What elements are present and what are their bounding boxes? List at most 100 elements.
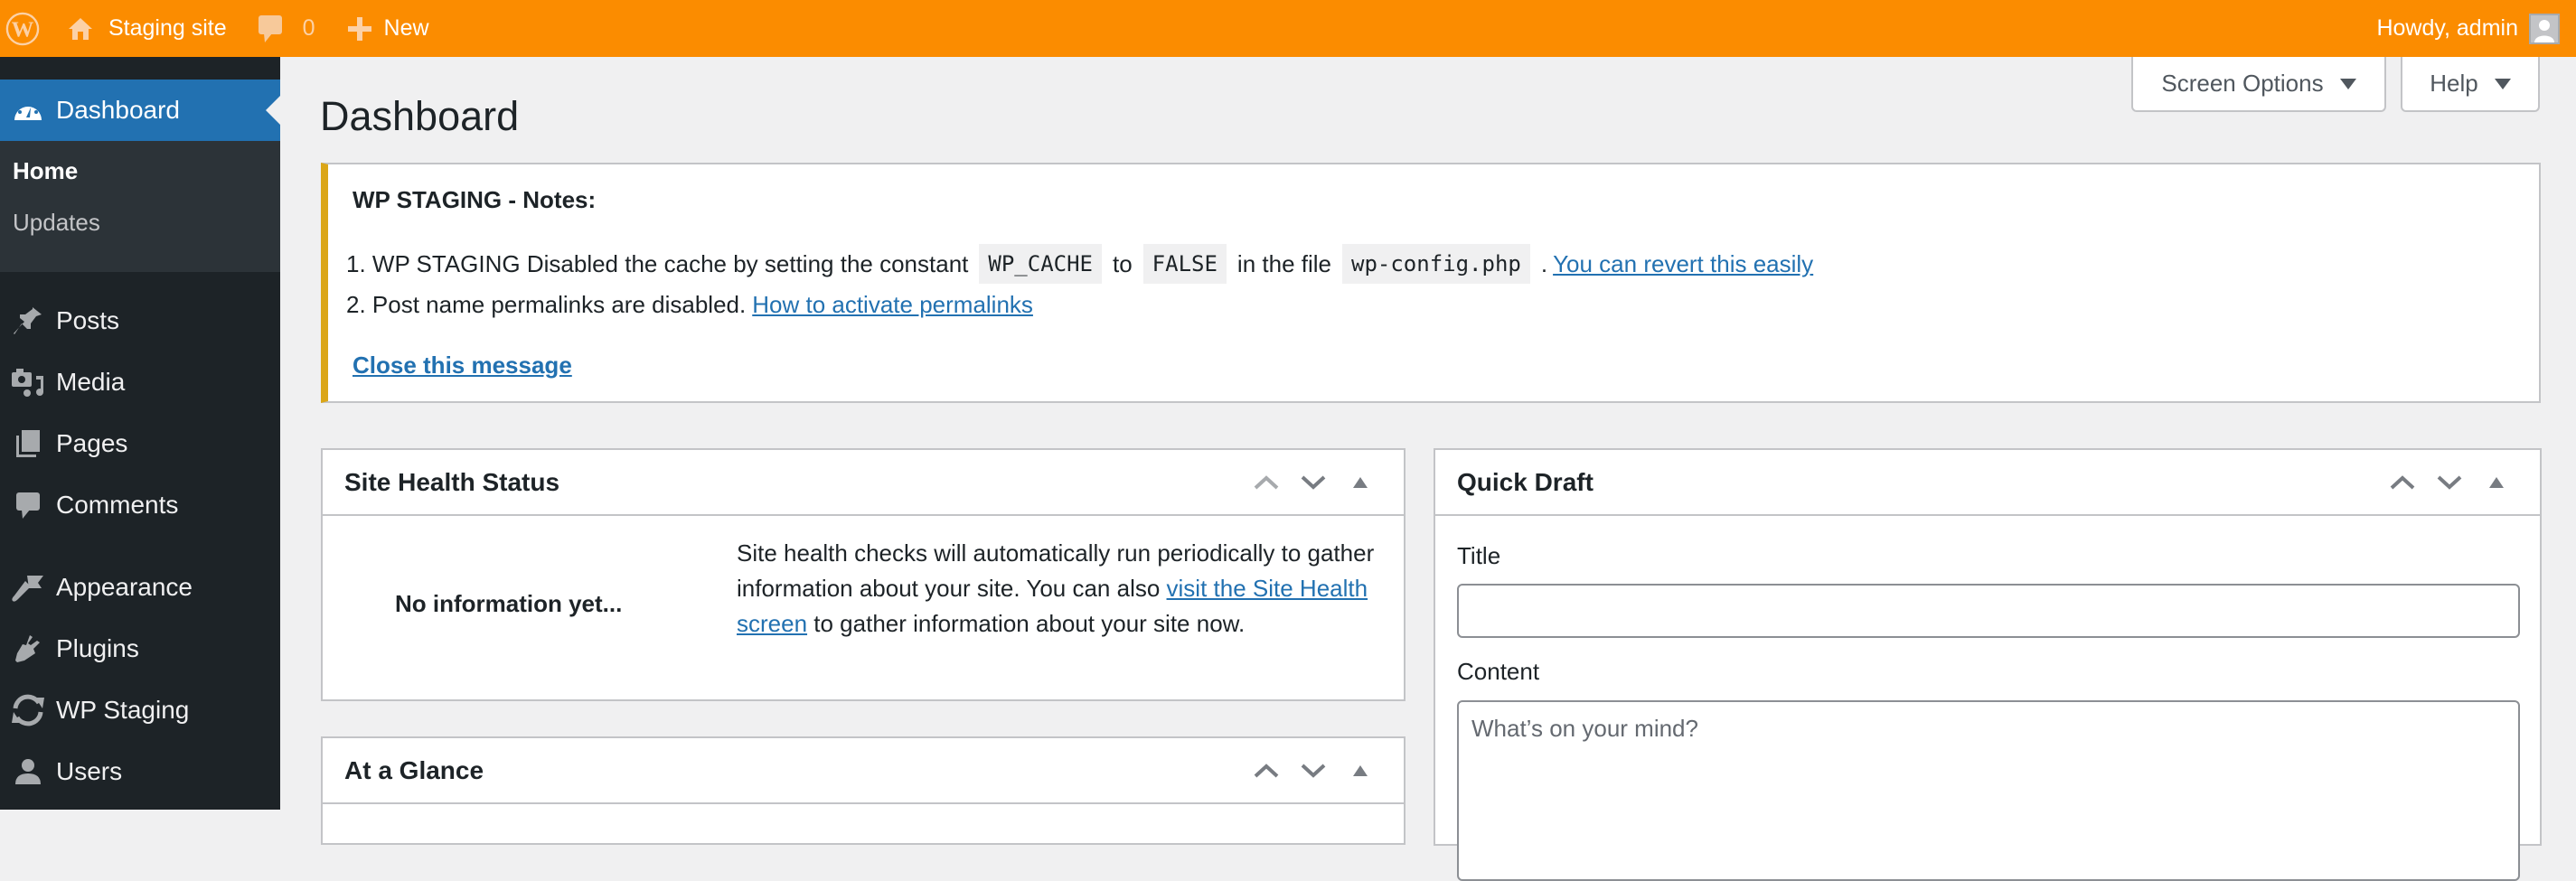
dashboard-icon: [0, 97, 56, 124]
help-button[interactable]: Help: [2401, 57, 2540, 112]
comments-link[interactable]: 0: [258, 0, 315, 57]
triangle-up-icon: [1353, 476, 1368, 488]
screen-options-button[interactable]: Screen Options: [2131, 57, 2386, 112]
admin-sidebar: Dashboard Home Updates Posts Media Pages…: [0, 57, 280, 810]
sidebar-item-label: Appearance: [56, 573, 193, 601]
no-information-text: No information yet...: [395, 590, 623, 617]
widget-title: Quick Draft: [1457, 467, 1594, 496]
comments-count: 0: [302, 15, 315, 41]
notice-text: .: [1540, 249, 1548, 277]
site-name-label: Staging site: [108, 15, 227, 41]
howdy-label: Howdy, admin: [2376, 15, 2518, 41]
notice-text: 1. WP STAGING Disabled the cache by sett…: [346, 249, 969, 277]
submenu-item-updates[interactable]: Updates: [13, 209, 100, 237]
toggle-panel-button[interactable]: [2473, 464, 2520, 501]
sidebar-item-label: Pages: [56, 429, 128, 457]
widget-title: Site Health Status: [344, 467, 560, 496]
user-icon: [0, 757, 56, 786]
comment-bubble-icon: [258, 14, 282, 42]
sidebar-item-wp-staging[interactable]: WP Staging: [0, 679, 280, 741]
sidebar-item-users[interactable]: Users: [0, 741, 280, 802]
chevron-down-icon: [2437, 475, 2462, 490]
chevron-down-icon: [1301, 764, 1326, 778]
sync-icon: [0, 694, 56, 726]
move-down-button[interactable]: [2426, 464, 2473, 501]
sidebar-item-comments[interactable]: Comments: [0, 474, 280, 536]
triangle-up-icon: [1353, 764, 1368, 776]
move-up-button[interactable]: [2379, 464, 2426, 501]
sidebar-item-label: Plugins: [56, 634, 139, 662]
move-up-button[interactable]: [1243, 753, 1290, 789]
widget-header: Quick Draft: [1435, 450, 2540, 516]
new-content-button[interactable]: New: [347, 0, 429, 57]
chevron-up-icon: [2390, 474, 2415, 489]
widget-handles: [2379, 464, 2520, 501]
sidebar-item-label: Users: [56, 757, 123, 785]
wordpress-logo-icon: W: [5, 12, 40, 45]
chevron-down-icon: [1301, 475, 1326, 490]
my-account-menu[interactable]: Howdy, admin: [2376, 0, 2560, 57]
notice-title: WP STAGING - Notes:: [353, 186, 597, 213]
triangle-up-icon: [2489, 476, 2504, 488]
widget-header: Site Health Status: [323, 450, 1404, 516]
submenu-item-home[interactable]: Home: [13, 157, 78, 185]
screen-options-label: Screen Options: [2161, 70, 2324, 97]
quick-draft-widget: Quick Draft Title Content: [1434, 448, 2542, 881]
notice-line-1: 1. WP STAGING Disabled the cache by sett…: [346, 244, 1813, 284]
paintbrush-icon: [0, 572, 56, 603]
caret-down-icon: [2494, 78, 2511, 89]
sidebar-item-label: WP Staging: [56, 696, 190, 724]
content-label: Content: [1457, 658, 1540, 685]
chevron-up-icon: [1254, 763, 1279, 777]
move-down-button[interactable]: [1290, 753, 1337, 789]
sidebar-item-posts[interactable]: Posts: [0, 290, 280, 351]
notice-line-2: 2. Post name permalinks are disabled. Ho…: [346, 291, 1033, 319]
draft-title-input[interactable]: [1457, 584, 2520, 638]
caret-down-icon: [2339, 78, 2356, 89]
notice-text: 2. Post name permalinks are disabled.: [346, 291, 747, 318]
site-name-link[interactable]: Staging site: [67, 0, 227, 57]
activate-permalinks-link[interactable]: How to activate permalinks: [752, 291, 1033, 319]
toggle-panel-button[interactable]: [1337, 753, 1384, 789]
sidebar-item-plugins[interactable]: Plugins: [0, 618, 280, 679]
plugin-icon: [0, 633, 56, 664]
main-content: Screen Options Help Dashboard WP STAGING…: [280, 57, 2576, 881]
code-wp-cache: WP_CACHE: [979, 244, 1102, 284]
notice-text: in the file: [1236, 249, 1331, 277]
comment-icon: [0, 491, 56, 520]
sidebar-item-pages[interactable]: Pages: [0, 413, 280, 474]
toggle-panel-button[interactable]: [1337, 464, 1384, 501]
notice-text: to: [1112, 249, 1133, 277]
move-up-button[interactable]: [1243, 464, 1290, 501]
site-health-widget: Site Health Status No information yet...…: [321, 448, 1406, 701]
widget-header: At a Glance: [323, 738, 1404, 804]
admin-bar: W Staging site 0 New Howdy, admin: [0, 0, 2576, 57]
site-health-description: Site health checks will automatically ru…: [737, 536, 1387, 642]
page-title: Dashboard: [320, 93, 520, 139]
title-label: Title: [1457, 542, 1501, 569]
widget-handles: [1243, 753, 1384, 789]
draft-content-textarea[interactable]: [1457, 700, 2520, 881]
plus-icon: [347, 16, 371, 41]
pushpin-icon: [0, 305, 56, 336]
sidebar-item-appearance[interactable]: Appearance: [0, 557, 280, 618]
pages-icon: [0, 429, 56, 458]
avatar: [2529, 13, 2560, 44]
description-text: to gather information about your site no…: [807, 610, 1246, 637]
wp-logo-button[interactable]: W: [0, 0, 45, 57]
widget-title: At a Glance: [344, 755, 484, 784]
current-menu-arrow: [266, 96, 280, 125]
close-message-link[interactable]: Close this message: [353, 351, 572, 380]
dashboard-submenu: Home Updates: [0, 141, 280, 272]
sidebar-item-media[interactable]: Media: [0, 351, 280, 413]
revert-link[interactable]: You can revert this easily: [1553, 250, 1813, 278]
widget-body: No information yet... Site health checks…: [323, 516, 1404, 697]
sidebar-item-label: Media: [56, 368, 126, 396]
sidebar-item-dashboard[interactable]: Dashboard: [0, 80, 280, 141]
new-label: New: [383, 15, 429, 41]
svg-text:W: W: [12, 17, 34, 42]
sidebar-item-label: Comments: [56, 491, 179, 519]
sidebar-item-label: Posts: [56, 306, 120, 334]
help-label: Help: [2430, 70, 2478, 97]
move-down-button[interactable]: [1290, 464, 1337, 501]
